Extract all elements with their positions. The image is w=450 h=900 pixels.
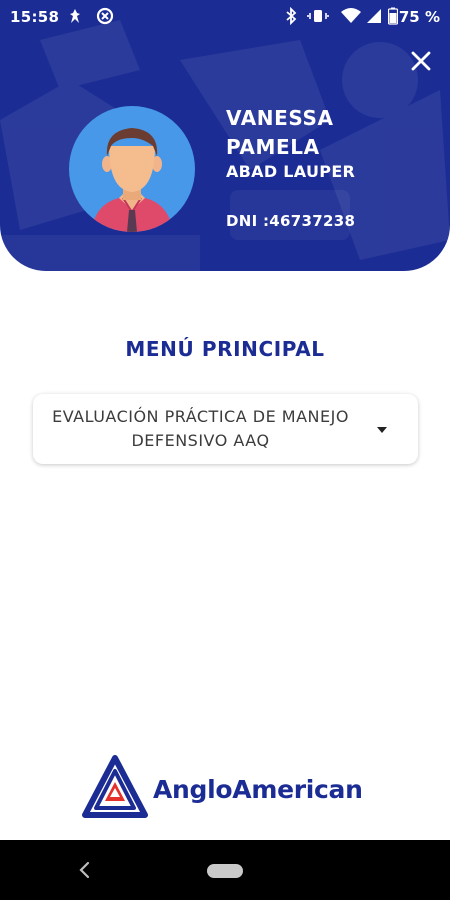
menu-title: MENÚ PRINCIPAL xyxy=(125,337,325,361)
wifi-icon xyxy=(340,7,362,29)
anglo-american-wordmark: AngloAmerican xyxy=(153,775,363,804)
battery-icon xyxy=(387,7,399,29)
evaluation-dropdown[interactable]: EVALUACIÓN PRÁCTICA DE MANEJO DEFENSIVO … xyxy=(33,394,418,464)
status-bar: 15:58 75 % xyxy=(0,0,450,32)
user-dni: DNI :46737238 xyxy=(226,212,356,230)
home-pill-icon[interactable] xyxy=(207,864,243,878)
header-background-image xyxy=(0,20,450,271)
data-saver-icon xyxy=(96,7,114,29)
anglo-american-mark-icon xyxy=(82,755,148,818)
screen: 15:58 75 % VANESSA PAMELA ABAD LAUPER DN… xyxy=(0,0,450,900)
system-nav-bar xyxy=(0,840,450,900)
user-last-names: ABAD LAUPER xyxy=(226,162,356,181)
close-icon xyxy=(411,51,431,71)
back-icon[interactable] xyxy=(78,860,92,880)
signal-icon xyxy=(366,7,382,29)
vibrate-icon xyxy=(307,7,329,29)
close-button[interactable] xyxy=(404,44,438,78)
battery-percent: 75 % xyxy=(398,8,440,26)
caret-down-icon xyxy=(377,427,387,433)
user-avatar xyxy=(69,106,195,232)
dropdown-selected-value: EVALUACIÓN PRÁCTICA DE MANEJO DEFENSIVO … xyxy=(52,407,349,450)
status-time: 15:58 xyxy=(10,8,60,26)
notification-app-icon xyxy=(68,7,82,29)
bluetooth-icon xyxy=(285,6,297,29)
anglo-american-logo: AngloAmerican xyxy=(82,755,382,825)
user-first-names: VANESSA PAMELA xyxy=(226,106,334,159)
profile-header: 15:58 75 % VANESSA PAMELA ABAD LAUPER DN… xyxy=(0,0,450,271)
person-avatar-icon xyxy=(91,128,173,232)
